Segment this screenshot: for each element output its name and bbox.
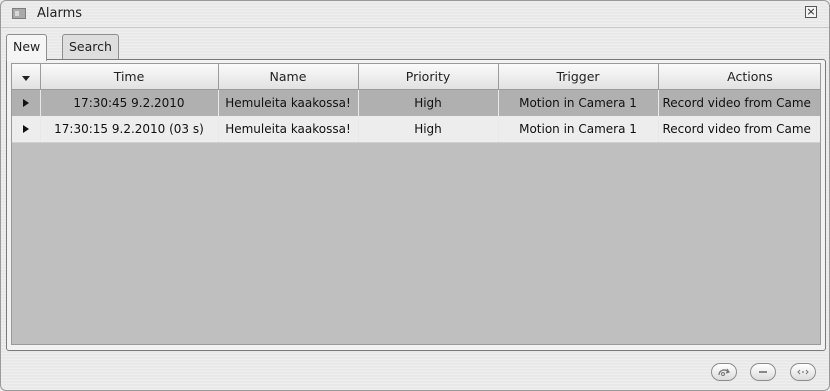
row-actions: Record video from Came bbox=[658, 116, 820, 143]
expand-row-icon[interactable] bbox=[12, 116, 41, 143]
row-priority: High bbox=[358, 116, 499, 143]
row-actions: Record video from Came bbox=[658, 89, 820, 116]
row-trigger: Motion in Camera 1 bbox=[498, 89, 659, 116]
column-header-actions[interactable]: Actions bbox=[658, 64, 820, 90]
window-title: Alarms bbox=[37, 6, 83, 21]
column-header-time[interactable]: Time bbox=[40, 64, 219, 90]
sort-down-icon bbox=[21, 76, 30, 81]
column-header-trigger[interactable]: Trigger bbox=[498, 64, 659, 90]
column-header-name[interactable]: Name bbox=[218, 64, 359, 90]
row-trigger: Motion in Camera 1 bbox=[498, 116, 659, 143]
acknowledge-button[interactable] bbox=[711, 363, 737, 381]
close-icon[interactable]: × bbox=[805, 6, 817, 18]
sort-column-header[interactable] bbox=[12, 64, 41, 90]
row-name: Hemuleita kaakossa! bbox=[218, 116, 359, 143]
row-time: 17:30:15 9.2.2010 (03 s) bbox=[40, 116, 219, 143]
alarms-table: Time Name Priority Trigger Actions 17:30… bbox=[11, 63, 821, 345]
table-row[interactable]: 17:30:45 9.2.2010 Hemuleita kaakossa! Hi… bbox=[12, 89, 820, 116]
title-bar: Alarms × bbox=[1, 1, 829, 28]
column-header-priority[interactable]: Priority bbox=[358, 64, 499, 90]
acknowledge-icon bbox=[718, 368, 730, 376]
window-icon bbox=[12, 8, 26, 19]
remove-button[interactable] bbox=[750, 363, 776, 381]
remove-icon bbox=[759, 371, 767, 373]
tab-search-label: Search bbox=[69, 39, 112, 54]
table-row[interactable]: 17:30:15 9.2.2010 (03 s) Hemuleita kaako… bbox=[12, 116, 820, 143]
row-time: 17:30:45 9.2.2010 bbox=[40, 89, 219, 116]
tab-new-label: New bbox=[13, 39, 41, 54]
alarms-window: Alarms × New Search Time Name Priority T… bbox=[0, 0, 830, 391]
expand-row-icon[interactable] bbox=[12, 89, 41, 116]
row-priority: High bbox=[358, 89, 499, 116]
details-icon bbox=[797, 369, 809, 375]
details-button[interactable] bbox=[790, 363, 816, 381]
tab-new[interactable]: New bbox=[6, 34, 48, 61]
tab-search[interactable]: Search bbox=[62, 34, 119, 59]
row-name: Hemuleita kaakossa! bbox=[218, 89, 359, 116]
table-header: Time Name Priority Trigger Actions bbox=[12, 64, 820, 90]
